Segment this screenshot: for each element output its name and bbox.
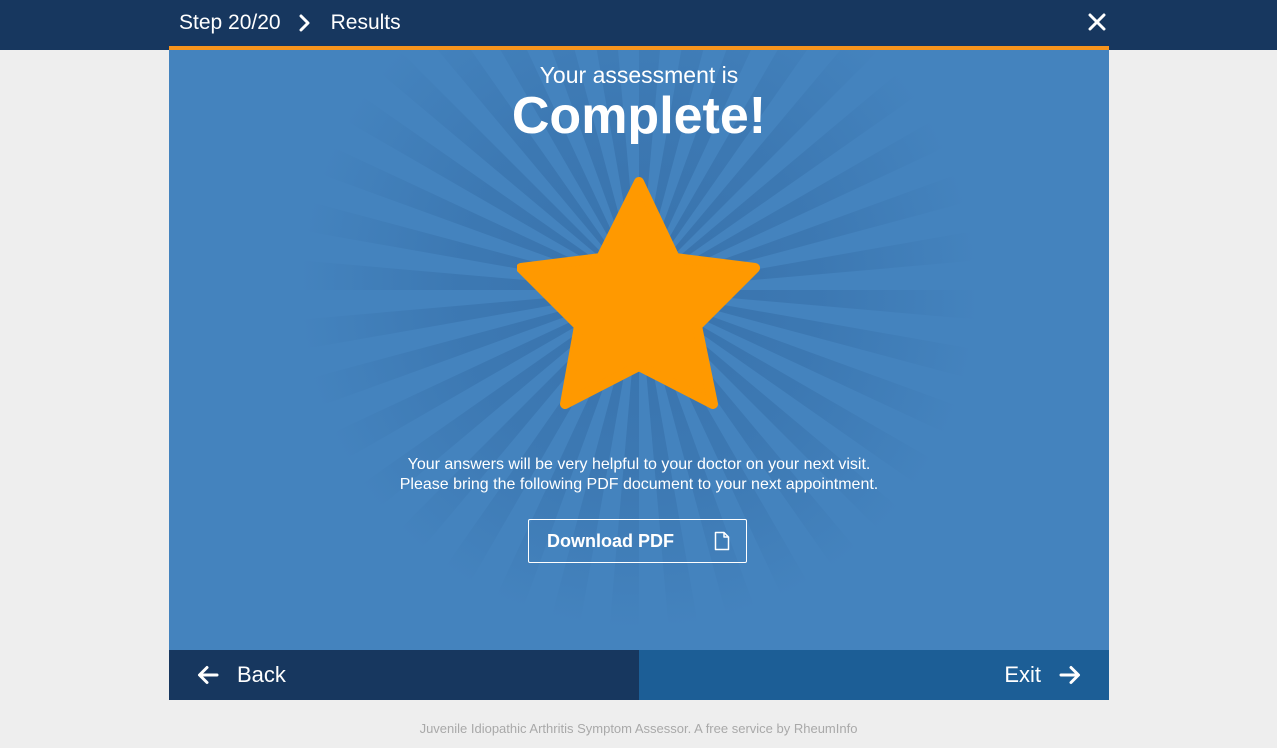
assessment-title: Complete! [511,87,767,145]
download-pdf-label: Download PDF [547,530,674,551]
breadcrumb: Step 20/20 Results [169,0,1109,46]
message-line-1: Your answers will be very helpful to you… [407,456,871,473]
exit-label: Exit [1004,662,1041,687]
assessment-subtitle: Your assessment is [539,62,739,88]
footer-text: Juvenile Idiopathic Arthritis Symptom As… [419,721,858,736]
back-label: Back [237,662,286,687]
navigation-bar: Back Exit [169,650,1109,700]
back-button[interactable]: Back [169,650,639,700]
message-line-2: Please bring the following PDF document … [399,476,879,493]
chevron-right-icon [295,13,315,33]
arrow-left-icon [198,666,219,684]
star-icon [517,177,760,409]
step-indicator: Step 20/20 [179,11,281,34]
completion-message: Your answers will be very helpful to you… [169,455,1109,495]
close-button[interactable] [1085,10,1109,34]
exit-button[interactable]: Exit [639,650,1109,700]
download-pdf-button[interactable]: Download PDF [528,519,747,563]
top-bar: Step 20/20 Results [0,0,1277,50]
section-title: Results [330,11,401,34]
arrow-right-icon [1059,666,1080,684]
close-icon [1088,13,1106,31]
results-panel: Your assessment is Complete! Your answer… [169,50,1109,650]
document-icon [714,531,730,551]
